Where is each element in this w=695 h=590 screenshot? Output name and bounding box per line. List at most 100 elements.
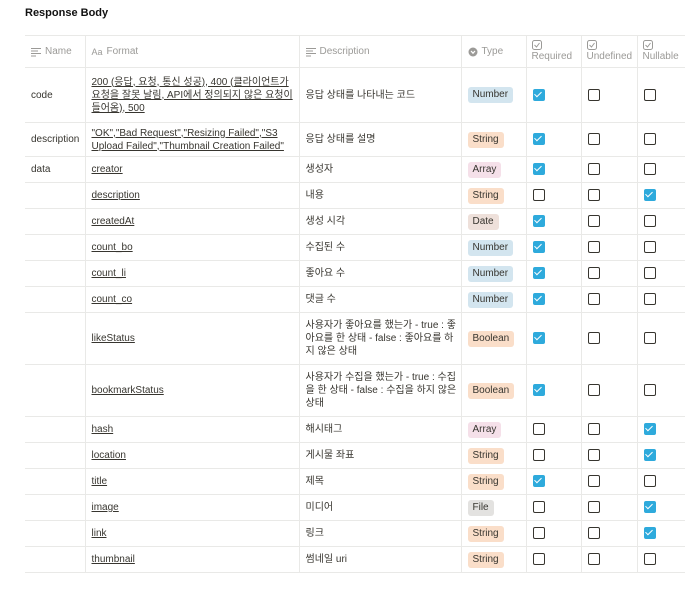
cell-name[interactable] bbox=[25, 416, 86, 443]
table-row[interactable]: data creator 생성자 Array bbox=[25, 156, 685, 183]
column-header-description[interactable]: Description bbox=[298, 35, 462, 68]
cell-description[interactable]: 내용 bbox=[298, 182, 462, 209]
required-checkbox[interactable] bbox=[532, 133, 545, 146]
cell-format[interactable]: creator bbox=[84, 156, 300, 183]
cell-description[interactable]: 링크 bbox=[298, 520, 462, 547]
required-checkbox[interactable] bbox=[532, 423, 545, 436]
cell-type[interactable]: String bbox=[460, 468, 527, 495]
column-header-name[interactable]: Name bbox=[25, 35, 86, 68]
cell-description[interactable]: 사용자가 수집을 했는가 - true : 수집을 한 상태 - false :… bbox=[298, 364, 462, 417]
required-checkbox[interactable] bbox=[532, 449, 545, 462]
table-row[interactable]: createdAt 생성 시각 Date bbox=[25, 208, 685, 235]
cell-description[interactable]: 댓글 수 bbox=[298, 286, 462, 313]
nullable-checkbox[interactable] bbox=[643, 163, 656, 176]
table-row[interactable]: count_co 댓글 수 Number bbox=[25, 286, 685, 313]
nullable-checkbox[interactable] bbox=[643, 384, 656, 397]
cell-type[interactable]: Number bbox=[460, 286, 527, 313]
required-checkbox[interactable] bbox=[532, 88, 545, 101]
cell-format[interactable]: image bbox=[84, 494, 300, 521]
cell-type[interactable]: Number bbox=[460, 234, 527, 261]
cell-description[interactable]: 미디어 bbox=[298, 494, 462, 521]
nullable-checkbox[interactable] bbox=[643, 267, 656, 280]
cell-type[interactable]: Number bbox=[460, 260, 527, 287]
nullable-checkbox[interactable] bbox=[643, 527, 656, 540]
nullable-checkbox[interactable] bbox=[643, 215, 656, 228]
cell-format[interactable]: count_bo bbox=[84, 234, 300, 261]
nullable-checkbox[interactable] bbox=[643, 475, 656, 488]
required-checkbox[interactable] bbox=[532, 267, 545, 280]
cell-format[interactable]: location bbox=[84, 442, 300, 469]
cell-description[interactable]: 해시태그 bbox=[298, 416, 462, 443]
nullable-checkbox[interactable] bbox=[643, 332, 656, 345]
cell-type[interactable]: String bbox=[460, 520, 527, 547]
nullable-checkbox[interactable] bbox=[643, 501, 656, 514]
nullable-checkbox[interactable] bbox=[643, 293, 656, 306]
cell-type[interactable]: Number bbox=[460, 67, 527, 123]
required-checkbox[interactable] bbox=[532, 332, 545, 345]
table-row[interactable]: image 미디어 File bbox=[25, 494, 685, 521]
cell-name[interactable] bbox=[25, 442, 86, 469]
cell-format[interactable]: thumbnail bbox=[84, 546, 300, 573]
table-row[interactable]: count_li 좋아요 수 Number bbox=[25, 260, 685, 287]
undefined-checkbox[interactable] bbox=[587, 423, 600, 436]
cell-name[interactable] bbox=[25, 468, 86, 495]
undefined-checkbox[interactable] bbox=[587, 189, 600, 202]
cell-format[interactable]: link bbox=[84, 520, 300, 547]
column-header-required[interactable]: Required bbox=[525, 35, 582, 68]
undefined-checkbox[interactable] bbox=[587, 475, 600, 488]
table-row[interactable]: code 200 (응답, 요청, 통신 성공), 400 (클라이언트가 요청을… bbox=[25, 67, 685, 123]
cell-name[interactable]: data bbox=[25, 156, 86, 183]
undefined-checkbox[interactable] bbox=[587, 527, 600, 540]
cell-name[interactable] bbox=[25, 312, 86, 365]
cell-description[interactable]: 수집된 수 bbox=[298, 234, 462, 261]
table-row[interactable]: description 내용 String bbox=[25, 182, 685, 209]
cell-description[interactable]: 사용자가 좋아요를 했는가 - true : 좋아요를 한 상태 - false… bbox=[298, 312, 462, 365]
required-checkbox[interactable] bbox=[532, 163, 545, 176]
cell-name[interactable]: description bbox=[25, 122, 86, 157]
cell-type[interactable]: Array bbox=[460, 416, 527, 443]
cell-type[interactable]: Date bbox=[460, 208, 527, 235]
cell-type[interactable]: String bbox=[460, 122, 527, 157]
cell-name[interactable] bbox=[25, 182, 86, 209]
table-row[interactable]: location 게시물 좌표 String bbox=[25, 442, 685, 469]
cell-format[interactable]: title bbox=[84, 468, 300, 495]
table-row[interactable]: likeStatus 사용자가 좋아요를 했는가 - true : 좋아요를 한 … bbox=[25, 312, 685, 365]
column-header-nullable[interactable]: Nullable bbox=[636, 35, 685, 68]
cell-name[interactable] bbox=[25, 494, 86, 521]
cell-description[interactable]: 좋아요 수 bbox=[298, 260, 462, 287]
cell-type[interactable]: Boolean bbox=[460, 364, 527, 417]
column-header-type[interactable]: Type bbox=[460, 35, 527, 68]
cell-name[interactable] bbox=[25, 234, 86, 261]
cell-name[interactable] bbox=[25, 546, 86, 573]
column-header-format[interactable]: Aa Format bbox=[84, 35, 300, 68]
cell-name[interactable] bbox=[25, 364, 86, 417]
cell-description[interactable]: 썸네일 uri bbox=[298, 546, 462, 573]
required-checkbox[interactable] bbox=[532, 475, 545, 488]
cell-type[interactable]: Array bbox=[460, 156, 527, 183]
undefined-checkbox[interactable] bbox=[587, 241, 600, 254]
cell-description[interactable]: 제목 bbox=[298, 468, 462, 495]
table-row[interactable]: title 제목 String bbox=[25, 468, 685, 495]
cell-format[interactable]: createdAt bbox=[84, 208, 300, 235]
cell-description[interactable]: 생성자 bbox=[298, 156, 462, 183]
undefined-checkbox[interactable] bbox=[587, 88, 600, 101]
required-checkbox[interactable] bbox=[532, 241, 545, 254]
cell-name[interactable]: code bbox=[25, 67, 86, 123]
required-checkbox[interactable] bbox=[532, 527, 545, 540]
nullable-checkbox[interactable] bbox=[643, 553, 656, 566]
cell-format[interactable]: description bbox=[84, 182, 300, 209]
cell-description[interactable]: 응답 상태를 나타내는 코드 bbox=[298, 67, 462, 123]
cell-name[interactable] bbox=[25, 286, 86, 313]
table-row[interactable]: thumbnail 썸네일 uri String bbox=[25, 546, 685, 573]
cell-format[interactable]: count_co bbox=[84, 286, 300, 313]
table-row[interactable]: description "OK","Bad Request","Resizing … bbox=[25, 122, 685, 157]
cell-format[interactable]: count_li bbox=[84, 260, 300, 287]
undefined-checkbox[interactable] bbox=[587, 332, 600, 345]
required-checkbox[interactable] bbox=[532, 501, 545, 514]
required-checkbox[interactable] bbox=[532, 553, 545, 566]
table-row[interactable]: count_bo 수집된 수 Number bbox=[25, 234, 685, 261]
undefined-checkbox[interactable] bbox=[587, 553, 600, 566]
cell-type[interactable]: String bbox=[460, 442, 527, 469]
undefined-checkbox[interactable] bbox=[587, 293, 600, 306]
undefined-checkbox[interactable] bbox=[587, 133, 600, 146]
